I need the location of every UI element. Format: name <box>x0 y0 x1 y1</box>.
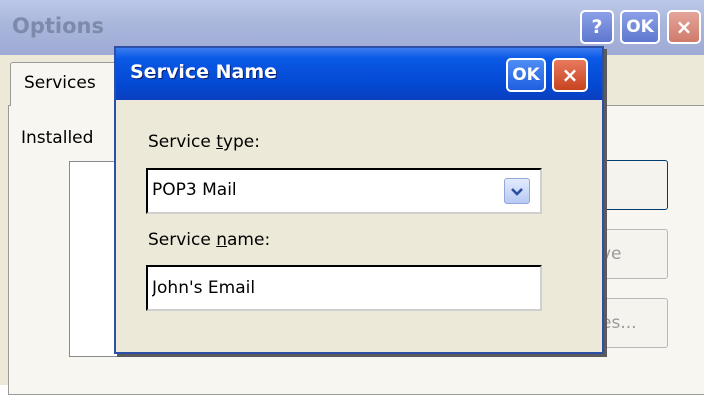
service-type-select[interactable]: POP3 Mail <box>146 168 542 214</box>
chevron-down-icon <box>510 182 524 201</box>
service-name-dialog: Service Name OK × Service type: POP3 Mai… <box>114 46 604 354</box>
service-name-input[interactable] <box>146 265 542 311</box>
tab-services[interactable]: Services <box>10 62 130 106</box>
service-name-label-pre: Service <box>148 230 217 250</box>
service-name-label: Service name: <box>148 230 270 250</box>
service-name-label-post: ame: <box>227 230 271 250</box>
service-type-label-accel: t <box>216 132 223 152</box>
dropdown-button[interactable] <box>504 178 530 204</box>
options-ok-button[interactable]: OK <box>620 10 660 44</box>
service-type-label-pre: Service <box>148 132 217 152</box>
service-type-value: POP3 Mail <box>152 180 237 200</box>
help-button[interactable]: ? <box>580 10 614 44</box>
options-close-button[interactable]: × <box>667 10 701 44</box>
dialog-titlebar: Service Name OK × <box>116 48 602 100</box>
service-name-label-accel: n <box>216 230 228 250</box>
dialog-title: Service Name <box>130 61 278 83</box>
installed-label: Installed <box>21 128 94 148</box>
dialog-ok-button[interactable]: OK <box>506 58 546 92</box>
dialog-close-button[interactable]: × <box>552 58 588 92</box>
options-title: Options <box>12 14 104 38</box>
service-type-label-post: ype: <box>222 132 260 152</box>
service-type-label: Service type: <box>148 132 260 152</box>
